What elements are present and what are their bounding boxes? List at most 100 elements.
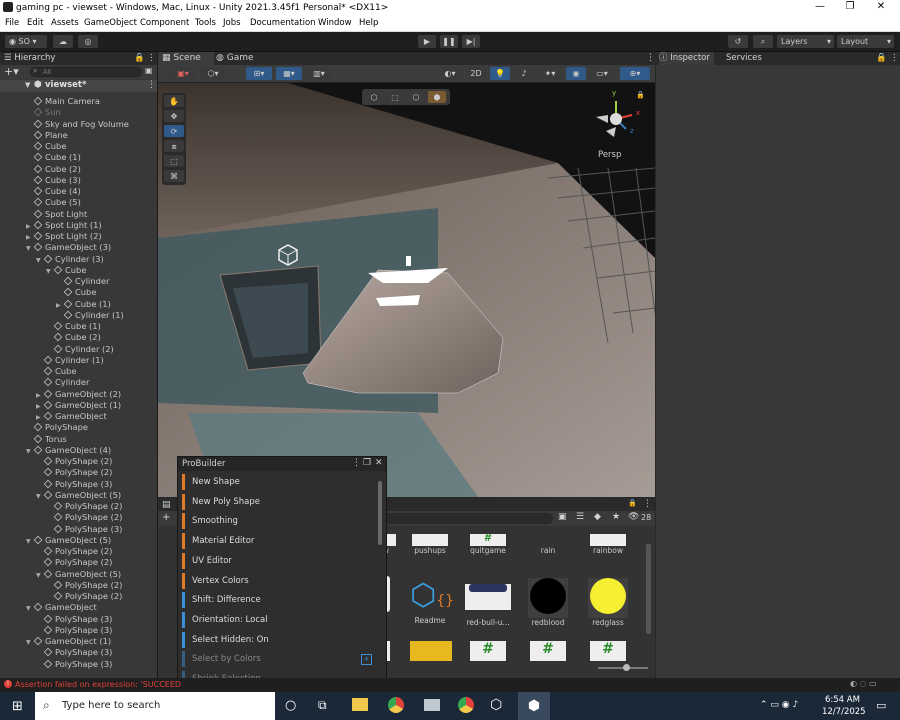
- unity-hub-icon[interactable]: ⬡: [490, 697, 502, 713]
- cortana-icon[interactable]: ○: [285, 698, 296, 713]
- chrome-icon[interactable]: [388, 697, 404, 713]
- maximize-icon[interactable]: ❐: [363, 458, 371, 468]
- shading-button[interactable]: ⬡▾: [200, 67, 226, 80]
- hierarchy-item[interactable]: ▼ GameObject (3): [26, 242, 111, 253]
- search-button[interactable]: ⌕: [753, 35, 773, 48]
- notifications-icon[interactable]: ▭: [876, 699, 886, 712]
- asset-row3-e[interactable]: #: [590, 641, 626, 661]
- transform-tool-button[interactable]: ⌘: [164, 170, 184, 182]
- hierarchy-search-input[interactable]: [30, 67, 142, 77]
- hierarchy-item[interactable]: PolyShape (3): [36, 614, 112, 625]
- lock-icon[interactable]: 🔒: [876, 52, 887, 65]
- more-options-icon[interactable]: ⋮: [890, 52, 899, 65]
- hierarchy-item[interactable]: PolyShape (3): [36, 647, 112, 658]
- chrome-2-icon[interactable]: [458, 697, 474, 713]
- face-mode-button[interactable]: ⬢: [428, 91, 446, 103]
- expand-arrow-icon[interactable]: ▼: [26, 446, 34, 457]
- unity-editor-icon[interactable]: ⬢: [518, 692, 550, 720]
- object-mode-button[interactable]: ⬡: [365, 91, 383, 103]
- camera-settings-button[interactable]: ▭▾: [590, 67, 614, 80]
- play-button[interactable]: ▶: [418, 35, 436, 48]
- grid-snap-button[interactable]: ▦▾: [276, 67, 302, 80]
- visibility-toggle[interactable]: ◉: [566, 67, 586, 80]
- close-button[interactable]: ✕: [866, 1, 896, 15]
- increment-snap-button[interactable]: ▥▾: [306, 67, 332, 80]
- asset-pushups[interactable]: pushups: [400, 534, 460, 555]
- tab-inspector[interactable]: ⓘ Inspector: [659, 52, 714, 65]
- expand-arrow-icon[interactable]: ▼: [36, 570, 44, 581]
- probuilder-menu-item[interactable]: New Poly Shape: [182, 493, 378, 511]
- probuilder-menu-item[interactable]: Select by Colors: [182, 650, 378, 668]
- account-dropdown[interactable]: ◉ SO ▾: [5, 35, 47, 48]
- asset-quitgame[interactable]: # quitgame: [458, 534, 518, 555]
- rotate-tool-button[interactable]: ⟳: [164, 125, 184, 137]
- zoom-slider[interactable]: [598, 664, 648, 671]
- menu-jobs[interactable]: Jobs: [223, 18, 241, 28]
- probuilder-menu-item[interactable]: Orientation: Local: [182, 611, 378, 629]
- search-options-icon[interactable]: ▣: [145, 66, 153, 75]
- hierarchy-item[interactable]: Torus: [26, 434, 67, 445]
- hierarchy-item[interactable]: ▼ GameObject (5): [36, 490, 121, 501]
- menu-documentation[interactable]: Documentation: [250, 18, 316, 28]
- hierarchy-item[interactable]: PolyShape (2): [46, 512, 122, 523]
- hierarchy-item[interactable]: Cylinder (2): [46, 344, 114, 355]
- tab-game[interactable]: ◍ Game: [216, 52, 254, 65]
- tag-icon[interactable]: ◆: [594, 512, 601, 522]
- hierarchy-item[interactable]: PolyShape (3): [36, 625, 112, 636]
- asset-red-bull[interactable]: red-bull-u...: [458, 576, 518, 627]
- probuilder-menu-item[interactable]: Shift: Difference: [182, 591, 378, 609]
- hierarchy-item[interactable]: ▶ Cube (1): [56, 299, 111, 310]
- hierarchy-item[interactable]: ▼ GameObject (4): [26, 445, 111, 456]
- hierarchy-tab[interactable]: ☰ Hierarchy: [4, 52, 55, 65]
- render-mode-button[interactable]: ◐▾: [438, 67, 462, 80]
- asset-rainbow[interactable]: rainbow: [578, 534, 638, 555]
- menu-assets[interactable]: Assets: [51, 18, 79, 28]
- hierarchy-item[interactable]: PolyShape (3): [36, 659, 112, 670]
- hierarchy-item[interactable]: PolyShape (2): [36, 456, 112, 467]
- status-bar[interactable]: ! Assertion failed on expression: 'SUCCE…: [0, 678, 900, 692]
- hierarchy-item[interactable]: ▼ GameObject (5): [36, 569, 121, 580]
- probuilder-menu-item[interactable]: Material Editor: [182, 532, 378, 550]
- hierarchy-item[interactable]: ▶ Spot Light (2): [26, 231, 102, 242]
- asset-readme[interactable]: ⬡{} Readme: [400, 576, 460, 625]
- taskbar-search[interactable]: ⌕ Type here to search: [35, 692, 275, 720]
- menu-edit[interactable]: Edit: [27, 18, 43, 28]
- hierarchy-item[interactable]: PolyShape (2): [36, 546, 112, 557]
- tab-scene[interactable]: ▦ Scene: [158, 52, 214, 65]
- filter-type-icon[interactable]: ▣: [558, 512, 567, 522]
- rect-tool-button[interactable]: ⬚: [164, 155, 184, 167]
- hierarchy-item[interactable]: Spot Light: [26, 209, 87, 220]
- draw-mode-button[interactable]: ▣▾: [170, 67, 196, 80]
- file-explorer-icon[interactable]: [352, 698, 368, 711]
- expand-arrow-icon[interactable]: ▼: [26, 536, 34, 547]
- hierarchy-item[interactable]: Sky and Fog Volume: [26, 119, 129, 130]
- close-icon[interactable]: ✕: [375, 458, 383, 468]
- add-icon[interactable]: +: [162, 512, 170, 523]
- menu-file[interactable]: File: [5, 18, 19, 28]
- hierarchy-item[interactable]: Cube (1): [26, 152, 81, 163]
- expand-arrow-icon[interactable]: ▼: [46, 266, 54, 277]
- hierarchy-item[interactable]: Cube (1): [46, 321, 101, 332]
- more-options-icon[interactable]: ⋮: [643, 499, 652, 509]
- more-options-icon[interactable]: ⋮: [352, 458, 361, 468]
- effects-toggle[interactable]: ✦▾: [538, 67, 562, 80]
- scene-row[interactable]: ▼ ⬢ viewset* ⋮: [0, 80, 157, 92]
- menu-tools[interactable]: Tools: [195, 18, 216, 28]
- probuilder-menu-item[interactable]: New Shape: [182, 473, 378, 491]
- more-options-icon[interactable]: ⋮: [147, 52, 156, 65]
- slider-handle[interactable]: [623, 664, 630, 671]
- audio-toggle[interactable]: ♪: [514, 67, 534, 80]
- probuilder-menu-item[interactable]: Smoothing: [182, 512, 378, 530]
- hierarchy-item[interactable]: Sun: [26, 107, 61, 118]
- expand-arrow-icon[interactable]: ▼: [36, 491, 44, 502]
- hierarchy-item[interactable]: ▶ GameObject: [36, 411, 107, 422]
- asset-redglass[interactable]: redglass: [578, 576, 638, 627]
- hierarchy-item[interactable]: PolyShape (2): [36, 467, 112, 478]
- collab-button[interactable]: ◎: [78, 35, 98, 48]
- vertex-mode-button[interactable]: ⬚: [386, 91, 404, 103]
- projection-label[interactable]: Persp: [598, 150, 621, 160]
- expand-arrow-icon[interactable]: ▼: [26, 603, 34, 614]
- filter-label-icon[interactable]: ☰: [576, 512, 584, 522]
- maximize-button[interactable]: ❐: [835, 1, 865, 15]
- probuilder-menu-item[interactable]: Vertex Colors: [182, 572, 378, 590]
